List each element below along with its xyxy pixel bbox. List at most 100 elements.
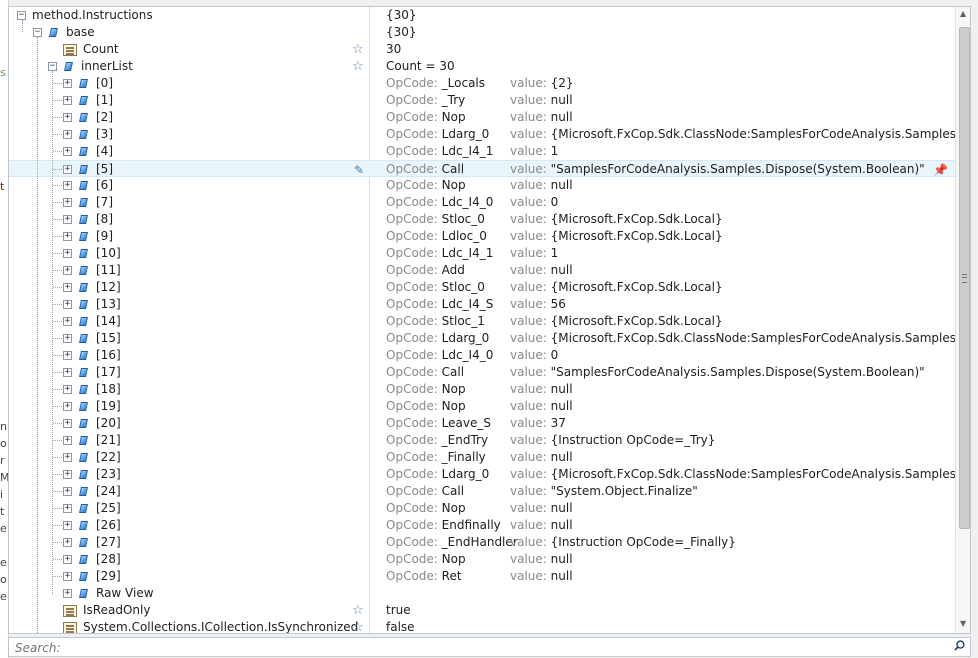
tree-row-item[interactable]: + [16] OpCode: Ldc_I4_0 value: 0 [9,347,955,364]
search-input[interactable] [13,639,947,657]
opcode-label: OpCode: [386,331,438,345]
tree-row-item[interactable]: + [19] OpCode: Nop value: null [9,398,955,415]
tree-row-raw-view[interactable]: + Raw View [9,585,955,602]
tree-row-item[interactable]: + [8] OpCode: Stloc_0 value: {Microsoft.FxC… [9,211,955,228]
tree-row-item[interactable]: + [14] OpCode: Stloc_1 value: {Microsoft.Fx… [9,313,955,330]
tree-row-item[interactable]: + [17] OpCode: Call value: "SamplesForCodeA… [9,364,955,381]
opcode-label: OpCode: [386,178,438,192]
tree-row-item[interactable]: + [22] OpCode: _Finally value: null [9,449,955,466]
expand-icon[interactable]: + [63,504,72,513]
expand-icon[interactable]: + [63,470,72,479]
tree-guide-branch [53,406,62,407]
property-icon [78,452,90,464]
expand-icon[interactable]: + [63,572,72,581]
tree-row-item[interactable]: + [13] OpCode: Ldc_I4_S value: 56 [9,296,955,313]
tree-guide-branch [53,117,62,118]
expand-icon[interactable]: + [63,165,72,174]
collapse-icon[interactable]: − [48,62,57,71]
tree-row-item[interactable]: + [12] OpCode: Stloc_0 value: {Microsoft.Fx… [9,279,955,296]
expand-icon[interactable]: + [63,232,72,241]
tree-row-item[interactable]: + [2] OpCode: Nop value: null [9,109,955,126]
tree-row-item[interactable]: + [5] ✎ OpCode: Call value: "SamplesForCodeA… [9,160,955,177]
expand-icon[interactable]: + [63,96,72,105]
expand-icon[interactable]: + [63,385,72,394]
value-label: value: [510,263,547,277]
tree-row-item[interactable]: + [20] OpCode: Leave_S value: 37 [9,415,955,432]
tree-row-item[interactable]: + [15] OpCode: Ldarg_0 value: {Microsoft.Fx… [9,330,970,347]
expand-icon[interactable]: + [63,538,72,547]
expand-icon[interactable]: + [63,113,72,122]
tree-row-count[interactable]: Count ☆ 30 [9,41,955,58]
tree-row-item[interactable]: + [6] OpCode: Nop value: null [9,177,955,194]
item-value: value: null [510,500,573,517]
item-value: value: 0 [510,194,558,211]
value-text: null [550,382,573,396]
item-opcode: OpCode: Call [386,161,464,178]
tree-row-item[interactable]: + [0] OpCode: _Locals value: {2} [9,75,955,92]
tree-row-item[interactable]: + [26] OpCode: Endfinally value: null [9,517,955,534]
expand-icon[interactable]: + [63,283,72,292]
tree-row-item[interactable]: + [9] OpCode: Ldloc_0 value: {Microsoft.FxC… [9,228,955,245]
opcode-value: Ldc_I4_S [441,297,494,311]
expand-icon[interactable]: + [63,589,72,598]
tree-row-item[interactable]: + [23] OpCode: Ldarg_0 value: {Microsoft.Fx… [9,466,970,483]
tree-row-item[interactable]: + [1] OpCode: _Try value: null [9,92,955,109]
search-icon[interactable] [954,640,965,651]
expand-icon[interactable]: + [63,487,72,496]
expand-icon[interactable]: + [63,147,72,156]
tree-row-item[interactable]: + [10] OpCode: Ldc_I4_1 value: 1 [9,245,955,262]
opcode-value: _EndHandler [441,535,518,549]
opcode-value: Ldarg_0 [441,127,490,141]
expand-icon[interactable]: + [63,436,72,445]
tree-row-isreadonly[interactable]: IsReadOnly ☆ true [9,602,955,619]
expand-icon[interactable]: + [63,249,72,258]
expand-icon[interactable]: + [63,453,72,462]
star-icon[interactable]: ☆ [352,60,365,73]
collapse-icon[interactable]: − [33,28,42,37]
scroll-down-icon[interactable]: ▼ [960,619,966,628]
tree-row-item[interactable]: + [29] OpCode: Ret value: null [9,568,955,585]
tree-row-innerlist[interactable]: − innerList ☆ Count = 30 [9,58,955,75]
expand-icon[interactable]: + [63,266,72,275]
tree-row-item[interactable]: + [24] OpCode: Call value: "System.Object.F… [9,483,955,500]
expand-icon[interactable]: + [63,419,72,428]
tree-row-item[interactable]: + [25] OpCode: Nop value: null [9,500,955,517]
expand-icon[interactable]: + [63,317,72,326]
tree-row-item[interactable]: + [28] OpCode: Nop value: null [9,551,955,568]
tree-row-item[interactable]: + [18] OpCode: Nop value: null [9,381,955,398]
property-icon [78,248,90,260]
tree-row-item[interactable]: + [27] OpCode: _EndHandler value: {Instruct… [9,534,955,551]
expand-icon[interactable]: + [63,334,72,343]
star-icon[interactable]: ☆ [352,604,365,617]
row-name: Count [83,42,119,56]
tree-row-item[interactable]: + [4] OpCode: Ldc_I4_1 value: 1 [9,143,955,160]
collapse-icon[interactable]: − [17,11,26,20]
tree-row-item[interactable]: + [3] OpCode: Ldarg_0 value: {Microsoft.FxC… [9,126,970,143]
expand-icon[interactable]: + [63,351,72,360]
expand-icon[interactable]: + [63,198,72,207]
expand-icon[interactable]: + [63,555,72,564]
vertical-scrollbar[interactable]: ▲ ▼ [955,7,970,633]
tree-row-issynchronized[interactable]: System.Collections.ICollection.IsSynchro… [9,619,955,633]
star-icon[interactable]: ☆ [352,43,365,56]
scroll-up-icon[interactable]: ▲ [960,9,966,18]
expand-icon[interactable]: + [63,130,72,139]
item-value: value: 1 [510,245,558,262]
expand-icon[interactable]: + [63,181,72,190]
expand-icon[interactable]: + [63,368,72,377]
value-text: {Microsoft.FxCop.Sdk.Local} [550,314,723,328]
expand-icon[interactable]: + [63,300,72,309]
expand-icon[interactable]: + [63,402,72,411]
expand-icon[interactable]: + [63,215,72,224]
tree-row-item[interactable]: + [21] OpCode: _EndTry value: {Instruction … [9,432,955,449]
expand-icon[interactable]: + [63,79,72,88]
scrollbar-thumb[interactable] [959,27,970,529]
star-icon[interactable]: ☆ [352,621,365,633]
tree-row-item[interactable]: + [11] OpCode: Add value: null [9,262,955,279]
tree-row-item[interactable]: + [7] OpCode: Ldc_I4_0 value: 0 [9,194,955,211]
tree-row-base[interactable]: − base {30} [9,24,955,41]
item-opcode: OpCode: Call [386,483,464,500]
row-name: innerList [81,59,133,73]
tree-row-root[interactable]: − method.Instructions {30} [9,7,955,24]
expand-icon[interactable]: + [63,521,72,530]
